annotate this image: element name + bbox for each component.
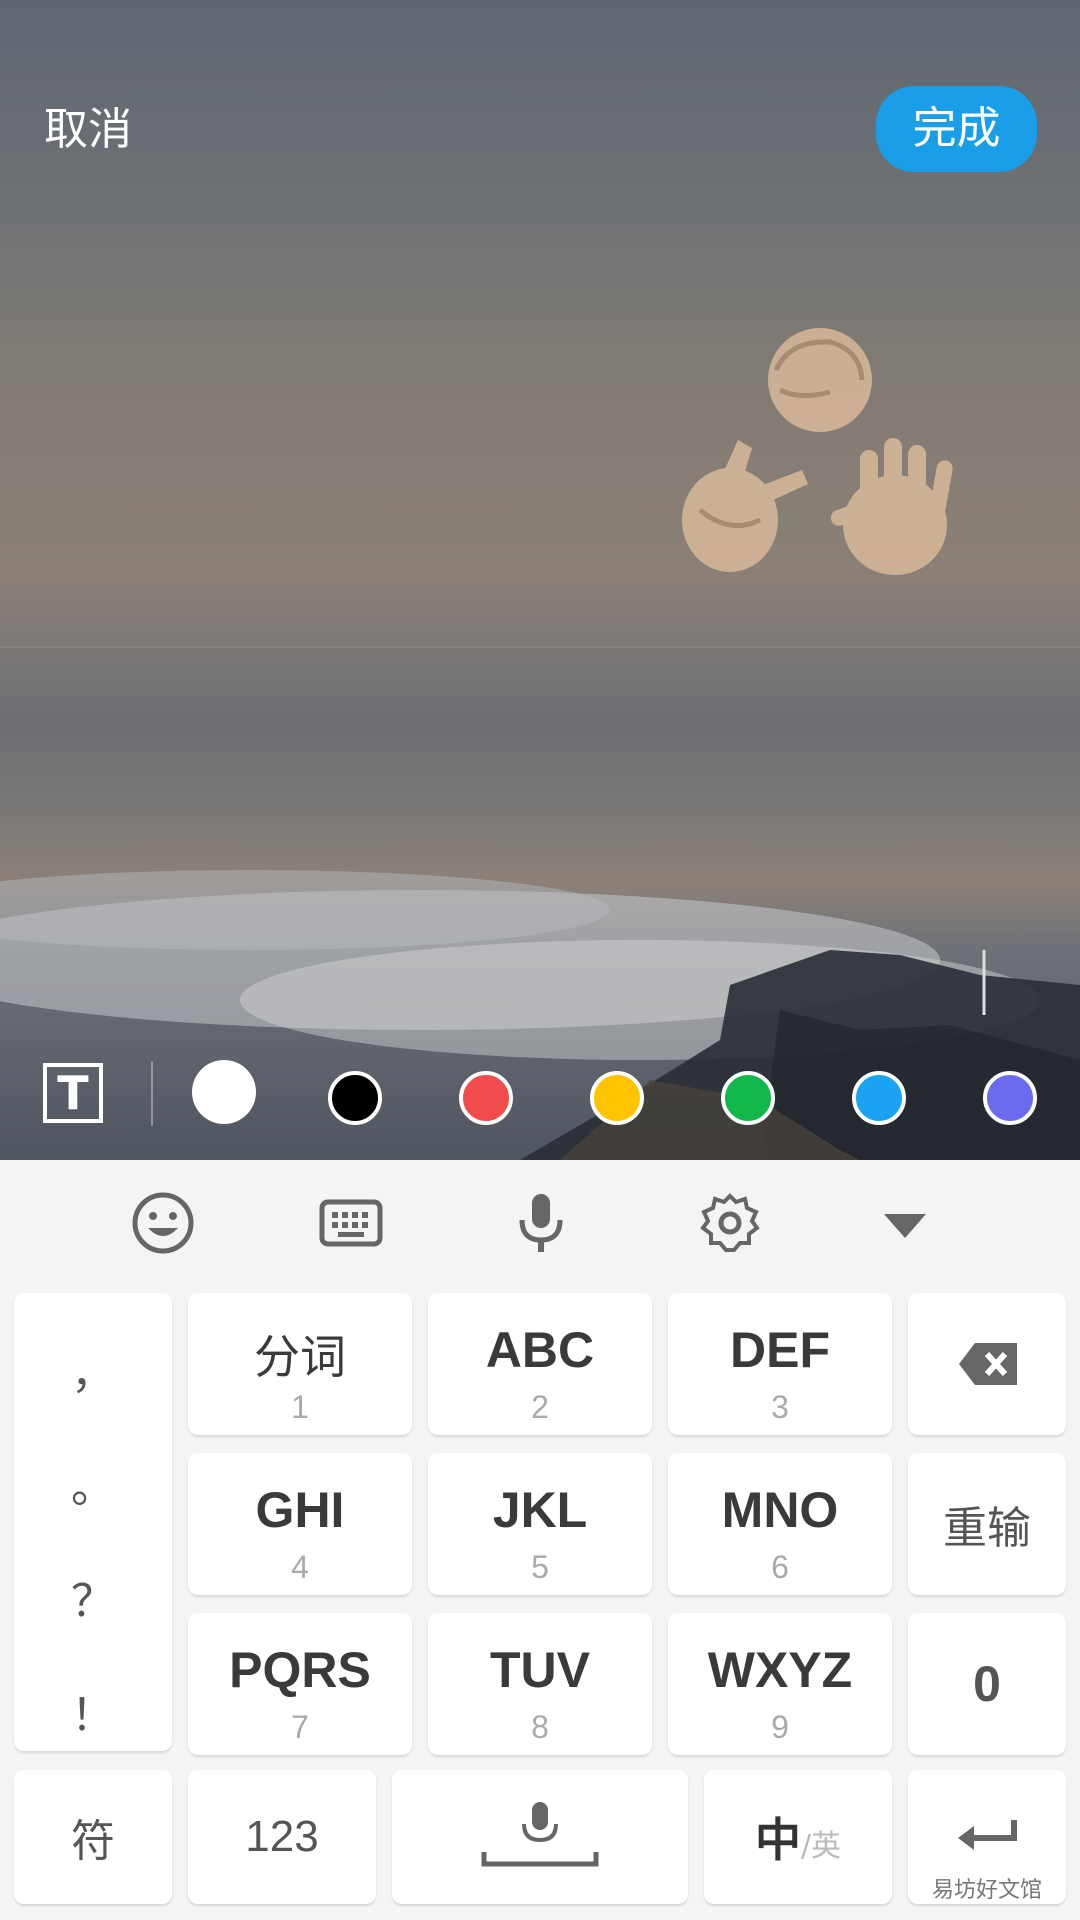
question-mark-key[interactable]: ？ [14, 1565, 172, 1629]
key-label: MNO [721, 1482, 839, 1538]
zero-key[interactable]: 0 [908, 1613, 1066, 1755]
key-number: 5 [531, 1549, 549, 1585]
tool-divider [151, 1062, 153, 1126]
numbers-key[interactable]: 123 [188, 1770, 376, 1904]
cancel-button[interactable]: 取消 [44, 100, 132, 160]
color-swatch-white[interactable] [192, 1060, 256, 1124]
key-label: 符 [71, 1816, 115, 1867]
rock-paper-scissors-sticker[interactable] [680, 320, 970, 580]
color-swatch-green[interactable] [721, 1071, 775, 1125]
language-switch-key[interactable]: 中/英 [704, 1770, 892, 1904]
settings-icon[interactable] [697, 1190, 763, 1256]
key-label: ABC [485, 1322, 595, 1378]
enter-arrow-icon [958, 1820, 1017, 1850]
photo-canvas[interactable]: 取消 完成 T [0, 0, 1080, 1160]
key-label: PQRS [229, 1642, 371, 1698]
key-label: JKL [492, 1482, 588, 1538]
period-key[interactable]: 。 [14, 1451, 172, 1515]
key-2-abc[interactable]: ABC 2 [428, 1293, 652, 1435]
key-label: 123 [245, 1812, 319, 1861]
key-8-tuv[interactable]: TUV 8 [428, 1613, 652, 1755]
key-9-wxyz[interactable]: WXYZ 9 [668, 1613, 892, 1755]
text-tool-button[interactable]: T [43, 1063, 103, 1123]
done-button[interactable]: 完成 [876, 86, 1037, 172]
color-swatch-blue[interactable] [852, 1071, 906, 1125]
key-label: 分词 [254, 1330, 346, 1384]
emoji-icon[interactable] [130, 1190, 196, 1256]
drawing-tool-row: T [0, 1060, 1080, 1132]
watermark-text: 易坊好文馆 [932, 1878, 1043, 1903]
color-swatch-red[interactable] [459, 1071, 513, 1125]
lang-english: 英 [811, 1829, 842, 1864]
fist-emoji [768, 328, 872, 432]
key-number: 1 [291, 1389, 309, 1425]
lang-separator: / [800, 1829, 812, 1864]
key-3-def[interactable]: DEF 3 [668, 1293, 892, 1435]
key-label: GHI [255, 1482, 345, 1538]
symbols-key[interactable]: 符 [14, 1770, 172, 1904]
key-label: 重输 [943, 1503, 1031, 1554]
comma-key[interactable]: ， [14, 1337, 172, 1401]
key-1-segment[interactable]: 分词 1 [188, 1293, 412, 1435]
backspace-key[interactable] [908, 1293, 1066, 1435]
key-4-ghi[interactable]: GHI 4 [188, 1453, 412, 1595]
color-swatch-black[interactable] [328, 1071, 382, 1125]
key-label: TUV [490, 1642, 590, 1698]
reinput-key[interactable]: 重输 [908, 1453, 1066, 1595]
key-number: 2 [531, 1389, 549, 1425]
space-mic-icon [481, 1802, 599, 1867]
photo-landscape [0, 870, 1080, 1160]
microphone-icon[interactable] [508, 1190, 574, 1256]
open-hand-emoji [830, 438, 953, 575]
color-swatch-purple[interactable] [983, 1071, 1037, 1125]
keyboard-toolbar [0, 1160, 1080, 1285]
backspace-icon [959, 1343, 1017, 1385]
key-number: 6 [771, 1549, 789, 1585]
key-label: DEF [730, 1322, 830, 1378]
key-number: 8 [531, 1709, 549, 1745]
space-key[interactable] [392, 1770, 688, 1904]
exclamation-key[interactable]: ！ [14, 1679, 172, 1743]
key-number: 9 [771, 1709, 789, 1745]
lang-chinese: 中 [754, 1813, 801, 1867]
key-label: WXYZ [707, 1642, 853, 1698]
key-number: 4 [291, 1549, 309, 1585]
key-6-mno[interactable]: MNO 6 [668, 1453, 892, 1595]
key-label: 0 [973, 1656, 1001, 1712]
key-number: 7 [291, 1709, 309, 1745]
punctuation-column[interactable]: ， 。 ？ ！ [14, 1293, 172, 1751]
key-5-jkl[interactable]: JKL 5 [428, 1453, 652, 1595]
key-number: 3 [771, 1389, 789, 1425]
language-switch-label: 中/英 [704, 1804, 892, 1870]
keyboard-icon[interactable] [318, 1190, 384, 1256]
ime-keyboard: ， 。 ？ ！ 分词 1 ABC 2 DEF 3 GHI 4 JKL 5 MNO… [0, 1160, 1080, 1920]
hide-keyboard-icon[interactable] [872, 1190, 938, 1256]
key-7-pqrs[interactable]: PQRS 7 [188, 1613, 412, 1755]
color-swatch-yellow[interactable] [590, 1071, 644, 1125]
victory-hand-emoji [682, 440, 808, 572]
